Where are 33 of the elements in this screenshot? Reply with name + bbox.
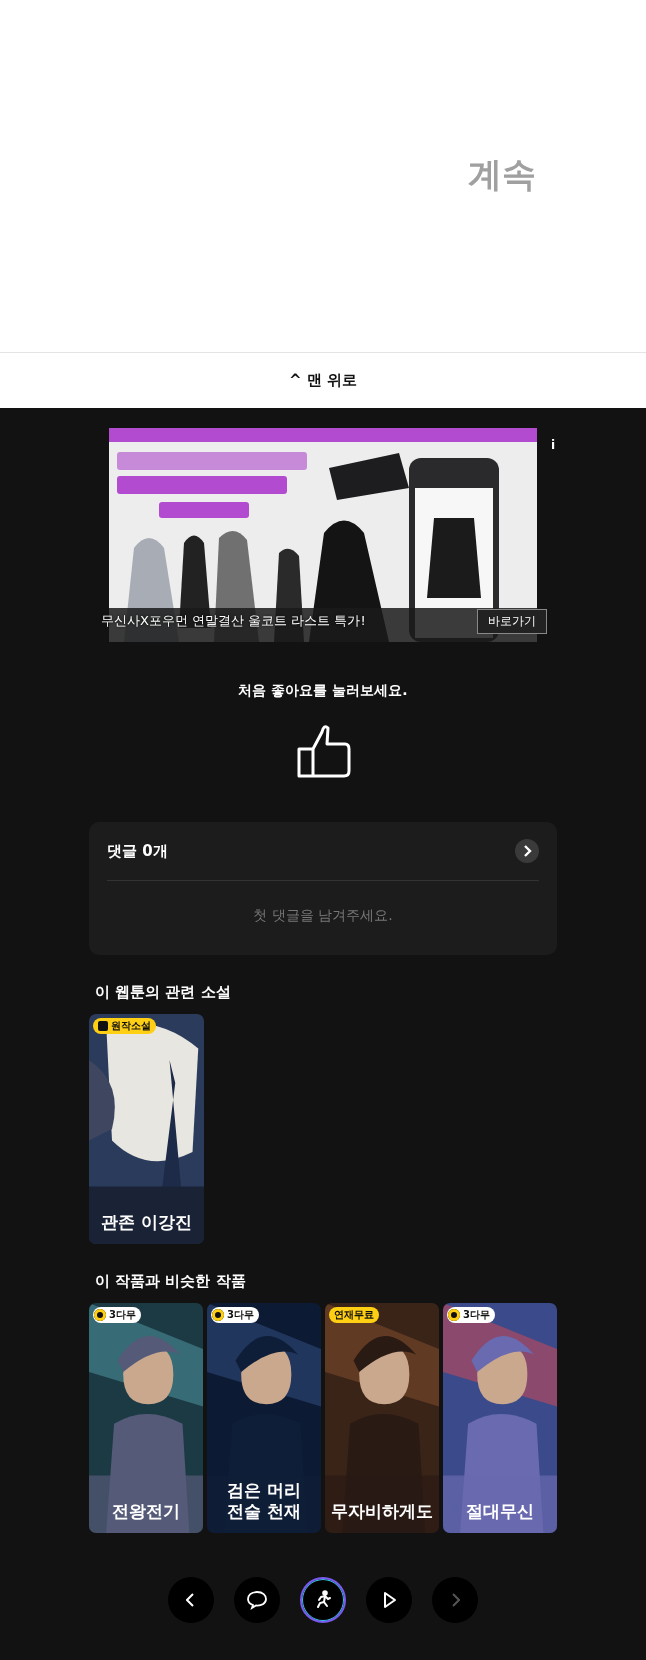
badge: 원작소설 — [93, 1018, 156, 1034]
ad-caption: 무신사X포우먼 연말결산 울코트 라스트 특가! — [101, 612, 366, 630]
badge: 연재무료 — [329, 1307, 379, 1323]
badge: 3다무 — [447, 1307, 495, 1323]
section-heading: 이 작품과 비슷한 작품 — [95, 1272, 247, 1291]
webtoon-card[interactable]: 3다무 절대무신 — [443, 1303, 557, 1533]
card-title: 절대무신 — [465, 1500, 535, 1521]
comments-title: 댓글 0개 — [107, 841, 168, 861]
chevron-right-icon — [450, 1593, 460, 1607]
go-button[interactable]: 바로가기 — [477, 609, 547, 634]
card-title: 전왕전기 — [111, 1500, 181, 1521]
novel-card[interactable]: 원작소설 관존 이강진 — [89, 1014, 204, 1244]
empty-comments-text: 첫 댓글을 남겨주세요. — [252, 906, 394, 925]
running-figure-button[interactable] — [300, 1577, 346, 1623]
continue-label: 계속 — [468, 152, 536, 196]
comment-button[interactable] — [234, 1577, 280, 1623]
back-to-top-button[interactable]: ^ 맨 위로 — [0, 353, 646, 408]
webtoon-card[interactable]: 3다무 검은 머리 전술 천재 — [207, 1303, 321, 1533]
speech-bubble-icon — [245, 1588, 269, 1612]
play-button[interactable] — [366, 1577, 412, 1623]
thumbs-up-icon[interactable] — [295, 722, 351, 778]
webtoon-card[interactable]: 3다무 전왕전기 — [89, 1303, 203, 1533]
webtoon-card[interactable]: 연재무료 무자비하게도 — [325, 1303, 439, 1533]
info-icon[interactable]: i — [550, 438, 555, 452]
card-title: 검은 머리 전술 천재 — [226, 1480, 302, 1521]
card-title: 관존 이강진 — [100, 1211, 193, 1232]
chevron-left-icon — [186, 1593, 196, 1607]
badge: 3다무 — [93, 1307, 141, 1323]
like-prompt: 처음 좋아요를 눌러보세요. — [238, 682, 408, 700]
badge: 3다무 — [211, 1307, 259, 1323]
section-heading: 이 웹툰의 관련 소설 — [95, 983, 232, 1002]
card-title: 무자비하게도 — [330, 1500, 434, 1521]
chevron-right-icon[interactable] — [515, 839, 539, 863]
